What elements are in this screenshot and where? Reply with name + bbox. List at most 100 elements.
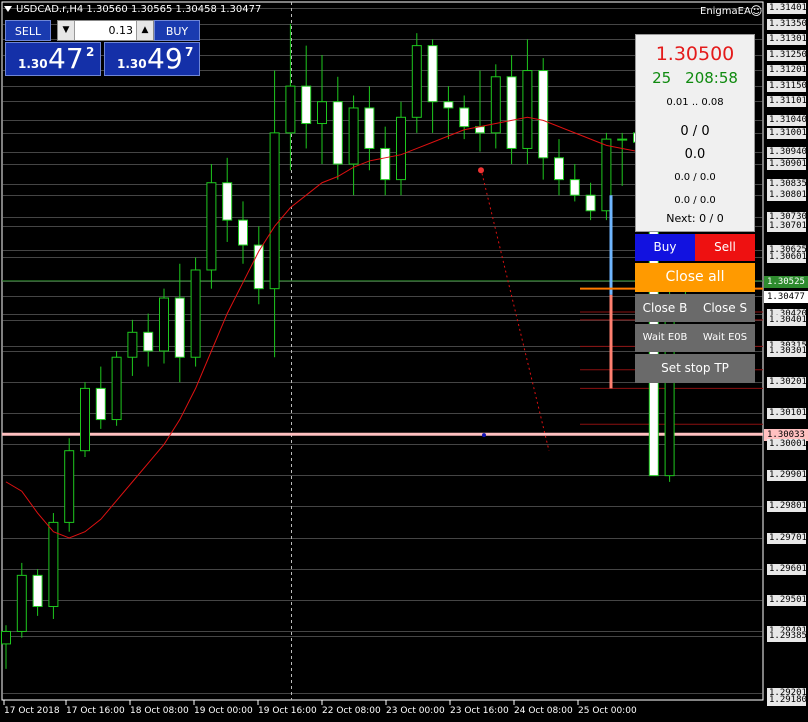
- close-all-button[interactable]: Close all: [635, 263, 755, 292]
- price-axis-label: 1.30601: [767, 252, 807, 263]
- ea-values: 0.0 / 0.0: [674, 195, 716, 206]
- price-axis-label: 1.29701: [767, 533, 807, 544]
- price-axis-label: 1.30801: [767, 190, 807, 201]
- candle-bear: [364, 107, 375, 149]
- sell-button[interactable]: SELL: [5, 20, 51, 41]
- lot-input[interactable]: ▼ 0.13 ▲: [57, 20, 154, 41]
- price-axis-label: 1.29385: [767, 631, 807, 642]
- time-axis-label: 25 Oct 00:00: [578, 706, 637, 716]
- ea-profit: 0.0: [684, 147, 706, 162]
- ea-spread-timer: 25 208:58: [636, 69, 754, 87]
- candle-bull: [127, 331, 138, 358]
- candle-bull: [269, 132, 280, 290]
- price-axis-label: 1.31301: [767, 34, 807, 45]
- chart-title-text: USDCAD.r,H4 1.30560 1.30565 1.30458 1.30…: [16, 4, 262, 15]
- buy-button[interactable]: BUY: [154, 20, 200, 41]
- green-level-tag: 1.30525: [764, 276, 808, 288]
- candle-bear: [554, 157, 564, 181]
- trade-point-marker: [482, 433, 486, 438]
- candle-bear: [32, 574, 43, 608]
- time-axis-label: 23 Oct 16:00: [450, 706, 509, 716]
- candle-bear: [459, 107, 470, 128]
- candle-bull: [80, 387, 90, 452]
- buy-button-panel[interactable]: Buy: [635, 234, 695, 261]
- ea-next: Next: 0 / 0: [666, 212, 724, 225]
- expert-name: EnigmaEA: [700, 6, 751, 17]
- candle-bear: [332, 101, 343, 165]
- price-axis-label: 1.31040: [767, 115, 807, 126]
- price-axis-label: 1.30001: [767, 439, 807, 450]
- buy-quote-pips: 49: [147, 42, 183, 75]
- trade-history-line: [481, 173, 550, 451]
- ea-info-box: 1.30500 25 208:58 0.01 .. 0.08 0 / 0 0.0 …: [635, 34, 755, 232]
- chevron-down-icon[interactable]: ▼: [58, 21, 75, 40]
- close-buy-button[interactable]: Close B: [635, 294, 695, 322]
- candle-bull: [1, 630, 11, 645]
- time-axis-label: 19 Oct 00:00: [194, 706, 253, 716]
- moving-average-line: [5, 116, 686, 539]
- candle-bear: [569, 179, 580, 196]
- candle-bull: [617, 138, 628, 141]
- candle-bear: [143, 331, 154, 352]
- price-axis-label: 1.30301: [767, 346, 807, 357]
- ea-timer: 208:58: [685, 69, 738, 87]
- candle-bull: [159, 297, 169, 352]
- price-axis-label: 1.29901: [767, 470, 807, 481]
- price-axis-label: 1.29180: [767, 695, 807, 706]
- candle-bull: [190, 269, 201, 358]
- candle-bull: [411, 45, 422, 118]
- buy-quote-prefix: 1.30: [117, 57, 147, 71]
- triangle-down-icon: [4, 6, 12, 12]
- time-axis-label: 17 Oct 2018: [4, 706, 60, 716]
- candle-bull: [317, 101, 327, 125]
- close-sell-button[interactable]: Close S: [695, 294, 755, 322]
- price-axis-label: 1.31150: [767, 81, 807, 92]
- time-axis-label: 19 Oct 16:00: [258, 706, 317, 716]
- sell-quote-prefix: 1.30: [18, 57, 48, 71]
- buy-quote-fraction: 7: [185, 45, 194, 59]
- candle-bull: [64, 450, 75, 523]
- chevron-up-icon[interactable]: ▲: [136, 21, 153, 40]
- candle-bull: [111, 356, 122, 421]
- time-axis-label: 17 Oct 16:00: [66, 706, 125, 716]
- buy-quote[interactable]: 1.30 49 7: [104, 42, 200, 76]
- candle-bear: [238, 219, 248, 246]
- candle-bear: [506, 76, 517, 149]
- candle-bull: [48, 521, 59, 608]
- price-axis-label: 1.29801: [767, 501, 807, 512]
- price-axis-label: 1.29601: [767, 564, 807, 575]
- one-click-trading-panel: SELL ▼ 0.13 ▲ BUY 1.30 47 2 1.30 49 7: [5, 20, 200, 78]
- sell-button-panel[interactable]: Sell: [695, 234, 755, 261]
- candle-bear: [301, 85, 312, 125]
- price-axis-label: 1.30835: [767, 179, 807, 190]
- price-axis-label: 1.31401: [767, 3, 807, 14]
- price-axis-label: 1.30901: [767, 159, 807, 170]
- ea-lot-range: 0.01 .. 0.08: [666, 97, 724, 108]
- candle-bull: [285, 85, 296, 134]
- sell-quote-fraction: 2: [86, 45, 95, 59]
- price-axis-label: 1.31250: [767, 50, 807, 61]
- sell-quote-pips: 47: [48, 42, 84, 75]
- candle-bull: [206, 182, 217, 271]
- candle-bear: [95, 387, 106, 421]
- smiley-icon[interactable]: ☺: [750, 4, 763, 18]
- price-axis-label: 1.30401: [767, 315, 807, 326]
- chart-title: USDCAD.r,H4 1.30560 1.30565 1.30458 1.30…: [4, 4, 261, 16]
- price-axis-label: 1.30701: [767, 221, 807, 232]
- candle-bear: [380, 147, 391, 181]
- trade-arrow-marker: [478, 167, 484, 174]
- lot-value[interactable]: 0.13: [78, 21, 134, 40]
- set-stop-tp-button[interactable]: Set stop TP: [635, 354, 755, 383]
- candle-bear: [585, 194, 596, 212]
- candle-bear: [174, 297, 185, 358]
- time-axis-label: 22 Oct 08:00: [322, 706, 381, 716]
- candle-bear: [443, 101, 454, 109]
- candle-bear: [222, 182, 233, 221]
- price-axis-label: 1.31001: [767, 128, 807, 139]
- time-axis-label: 23 Oct 00:00: [386, 706, 445, 716]
- wait-e0s-button[interactable]: Wait E0S: [695, 324, 755, 352]
- candle-bull: [16, 574, 27, 632]
- candle-bull: [522, 70, 533, 149]
- sell-quote[interactable]: 1.30 47 2: [5, 42, 101, 76]
- wait-e0b-button[interactable]: Wait E0B: [635, 324, 695, 352]
